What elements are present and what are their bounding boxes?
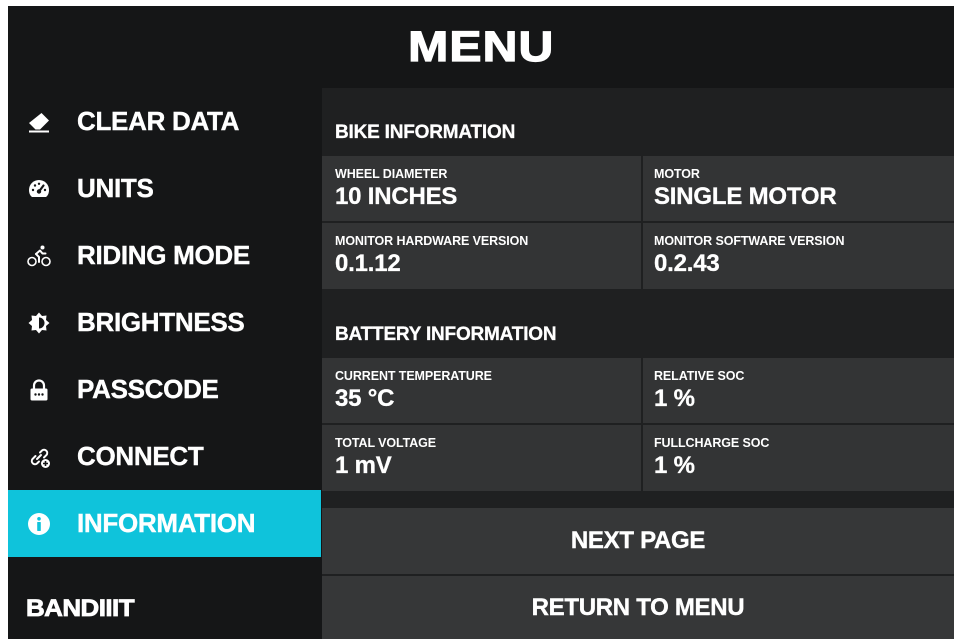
info-cell-temperature: CURRENT TEMPERATURE 35 °C [322,358,641,423]
lock-icon [26,377,52,403]
information-panel: BIKE INFORMATION WHEEL DIAMETER 10 INCHE… [322,88,954,639]
info-cell-software-version: MONITOR SOFTWARE VERSION 0.2.43 [643,223,954,289]
info-cell-relative-soc: RELATIVE SOC 1 % [643,358,954,423]
info-value: 0.1.12 [335,250,401,277]
speedometer-icon [26,176,52,202]
sidebar-item-label: CLEAR DATA [77,106,240,136]
sidebar-item-riding-mode[interactable]: RIDING MODE [8,222,321,289]
sidebar-item-label: INFORMATION [77,508,256,538]
info-label: MONITOR SOFTWARE VERSION [654,234,845,248]
info-value: 1 mV [335,452,392,479]
sidebar-item-label: UNITS [77,173,154,203]
info-cell-total-voltage: TOTAL VOLTAGE 1 mV [322,425,641,491]
info-label: RELATIVE SOC [654,369,745,383]
info-icon [26,511,52,537]
sidebar-item-passcode[interactable]: PASSCODE [8,356,321,423]
next-page-button[interactable]: NEXT PAGE [322,508,954,574]
info-value: 35 °C [335,385,395,412]
info-value: 10 INCHES [335,183,458,210]
info-value: SINGLE MOTOR [654,183,837,210]
sidebar-item-label: PASSCODE [77,374,219,404]
sidebar-item-units[interactable]: UNITS [8,155,321,222]
device-screen: MENU CLEAR DATA UNITS RIDING MODE BRIGHT… [8,6,954,639]
brand-logo: BANDIIIT [26,595,135,623]
cyclist-icon [26,243,52,269]
info-label: FULLCHARGE SOC [654,436,770,450]
link-add-icon [26,444,52,470]
sidebar-item-label: RIDING MODE [77,240,251,270]
info-cell-motor: MOTOR SINGLE MOTOR [643,156,954,221]
info-cell-hardware-version: MONITOR HARDWARE VERSION 0.1.12 [322,223,641,289]
page-title: MENU [407,22,555,71]
info-cell-wheel-diameter: WHEEL DIAMETER 10 INCHES [322,156,641,221]
info-label: WHEEL DIAMETER [335,167,448,181]
sidebar: CLEAR DATA UNITS RIDING MODE BRIGHTNESS [8,88,321,639]
info-label: MOTOR [654,167,700,181]
section-title-battery: BATTERY INFORMATION [335,324,557,345]
header: MENU [8,6,954,88]
return-to-menu-button[interactable]: RETURN TO MENU [322,576,954,639]
section-title-bike: BIKE INFORMATION [335,122,516,143]
info-label: CURRENT TEMPERATURE [335,369,492,383]
info-value: 1 % [654,452,695,479]
sidebar-item-information[interactable]: INFORMATION [8,490,321,557]
info-value: 0.2.43 [654,250,720,277]
info-label: TOTAL VOLTAGE [335,436,437,450]
sidebar-item-brightness[interactable]: BRIGHTNESS [8,289,321,356]
sidebar-item-clear-data[interactable]: CLEAR DATA [8,88,321,155]
info-label: MONITOR HARDWARE VERSION [335,234,529,248]
info-cell-fullcharge-soc: FULLCHARGE SOC 1 % [643,425,954,491]
info-value: 1 % [654,385,695,412]
eraser-icon [26,109,52,135]
sidebar-item-label: CONNECT [77,441,204,471]
brightness-icon [26,310,52,336]
sidebar-item-connect[interactable]: CONNECT [8,423,321,490]
sidebar-item-label: BRIGHTNESS [77,307,245,337]
